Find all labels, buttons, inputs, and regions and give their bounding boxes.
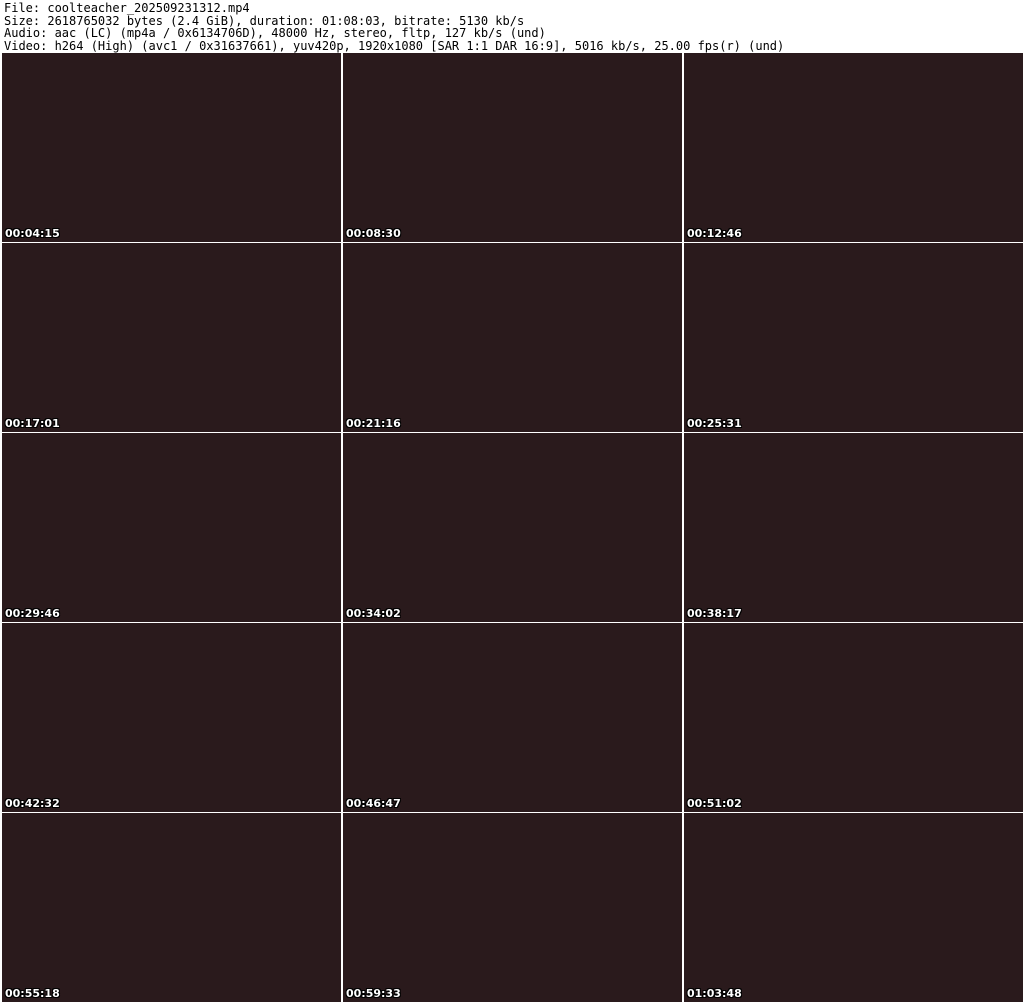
thumbnail-image bbox=[2, 813, 341, 1002]
thumbnail-image bbox=[343, 813, 682, 1002]
timestamp: 00:17:01 bbox=[5, 417, 60, 430]
thumbnail: 00:08:30 bbox=[343, 53, 682, 242]
timestamp: 00:12:46 bbox=[687, 227, 742, 240]
thumbnail: 00:38:17 bbox=[684, 433, 1023, 622]
thumbnail: 00:12:46 bbox=[684, 53, 1023, 242]
thumbnail-image bbox=[343, 433, 682, 622]
thumbnail: 00:21:16 bbox=[343, 243, 682, 432]
thumbnail: 01:03:48 bbox=[684, 813, 1023, 1002]
thumbnail: 00:46:47 bbox=[343, 623, 682, 812]
thumbnail-image bbox=[684, 813, 1023, 1002]
thumbnail-image bbox=[343, 243, 682, 432]
file-info-header: File: coolteacher_202509231312.mp4 Size:… bbox=[4, 2, 1020, 52]
thumbnail: 00:25:31 bbox=[684, 243, 1023, 432]
thumbnail-image bbox=[2, 623, 341, 812]
audio-line: Audio: aac (LC) (mp4a / 0x6134706D), 480… bbox=[4, 26, 546, 40]
timestamp: 00:51:02 bbox=[687, 797, 742, 810]
timestamp: 00:55:18 bbox=[5, 987, 60, 1000]
thumbnail: 00:17:01 bbox=[2, 243, 341, 432]
thumbnail: 00:42:32 bbox=[2, 623, 341, 812]
thumbnail: 00:55:18 bbox=[2, 813, 341, 1002]
thumbnail-image bbox=[684, 243, 1023, 432]
timestamp: 00:29:46 bbox=[5, 607, 60, 620]
thumbnail: 00:04:15 bbox=[2, 53, 341, 242]
thumbnail-image bbox=[684, 53, 1023, 242]
thumbnail: 00:34:02 bbox=[343, 433, 682, 622]
timestamp: 00:25:31 bbox=[687, 417, 742, 430]
timestamp: 00:59:33 bbox=[346, 987, 401, 1000]
thumbnail-image bbox=[2, 433, 341, 622]
thumbnail: 00:29:46 bbox=[2, 433, 341, 622]
thumbnail-image bbox=[684, 433, 1023, 622]
timestamp: 00:34:02 bbox=[346, 607, 401, 620]
timestamp: 00:42:32 bbox=[5, 797, 60, 810]
file-name-line: File: coolteacher_202509231312.mp4 bbox=[4, 1, 250, 15]
timestamp: 00:08:30 bbox=[346, 227, 401, 240]
thumbnail-image bbox=[343, 53, 682, 242]
thumbnail-image bbox=[2, 53, 341, 242]
timestamp: 00:21:16 bbox=[346, 417, 401, 430]
thumbnail: 00:59:33 bbox=[343, 813, 682, 1002]
timestamp: 00:38:17 bbox=[687, 607, 742, 620]
thumbnail: 00:51:02 bbox=[684, 623, 1023, 812]
thumbnail-image bbox=[343, 623, 682, 812]
video-line: Video: h264 (High) (avc1 / 0x31637661), … bbox=[4, 38, 785, 53]
timestamp: 01:03:48 bbox=[687, 987, 742, 1000]
timestamp: 00:04:15 bbox=[5, 227, 60, 240]
timestamp: 00:46:47 bbox=[346, 797, 401, 810]
thumbnail-image bbox=[2, 243, 341, 432]
thumbnail-grid: 00:04:15 00:08:30 00:12:46 00:17:01 00:2… bbox=[2, 53, 1023, 1003]
thumbnail-image bbox=[684, 623, 1023, 812]
